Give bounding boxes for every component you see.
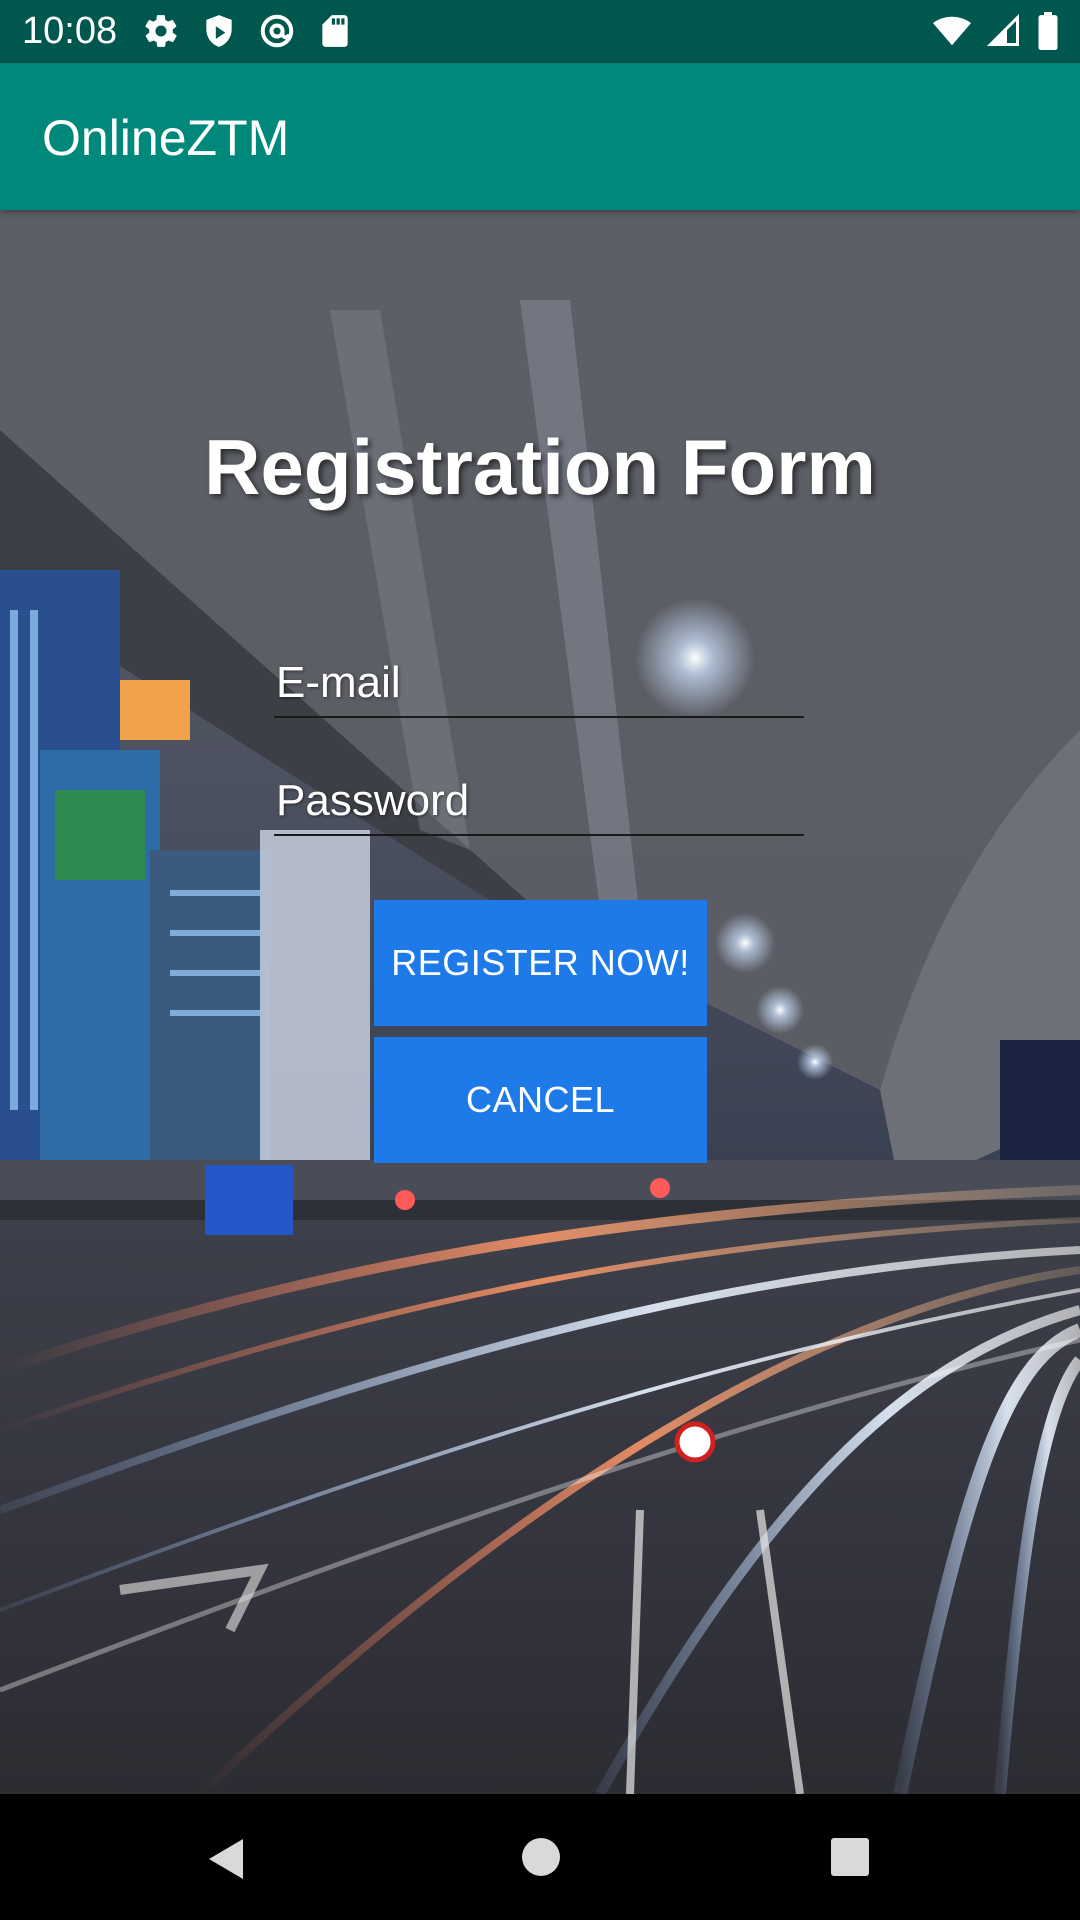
- status-bar: 10:08: [0, 0, 1080, 63]
- password-field[interactable]: Password: [274, 776, 804, 836]
- register-button[interactable]: REGISTER NOW!: [374, 900, 707, 1026]
- email-placeholder: E-mail: [276, 658, 401, 707]
- app-bar: OnlineZTM: [0, 63, 1080, 210]
- email-field[interactable]: E-mail: [274, 658, 804, 718]
- battery-icon: [1036, 12, 1060, 55]
- shield-icon: [200, 12, 238, 50]
- at-sign-icon: [258, 12, 296, 50]
- form-title: Registration Form: [204, 423, 876, 511]
- back-icon[interactable]: [205, 1837, 245, 1886]
- password-placeholder: Password: [276, 776, 470, 825]
- status-icons-left: [142, 12, 354, 50]
- navigation-bar: [0, 1794, 1080, 1920]
- status-icons-right: [932, 12, 1060, 55]
- registration-screen: Registration Form E-mail Password REGIST…: [0, 210, 1080, 1794]
- status-time: 10:08: [22, 10, 118, 52]
- wifi-icon: [932, 12, 972, 55]
- app-title: OnlineZTM: [42, 110, 290, 166]
- signal-icon: [986, 12, 1022, 55]
- home-icon[interactable]: [521, 1837, 561, 1882]
- recents-icon[interactable]: [830, 1837, 870, 1882]
- cancel-button[interactable]: CANCEL: [374, 1037, 707, 1163]
- sd-card-icon: [316, 12, 354, 50]
- gear-icon: [142, 12, 180, 50]
